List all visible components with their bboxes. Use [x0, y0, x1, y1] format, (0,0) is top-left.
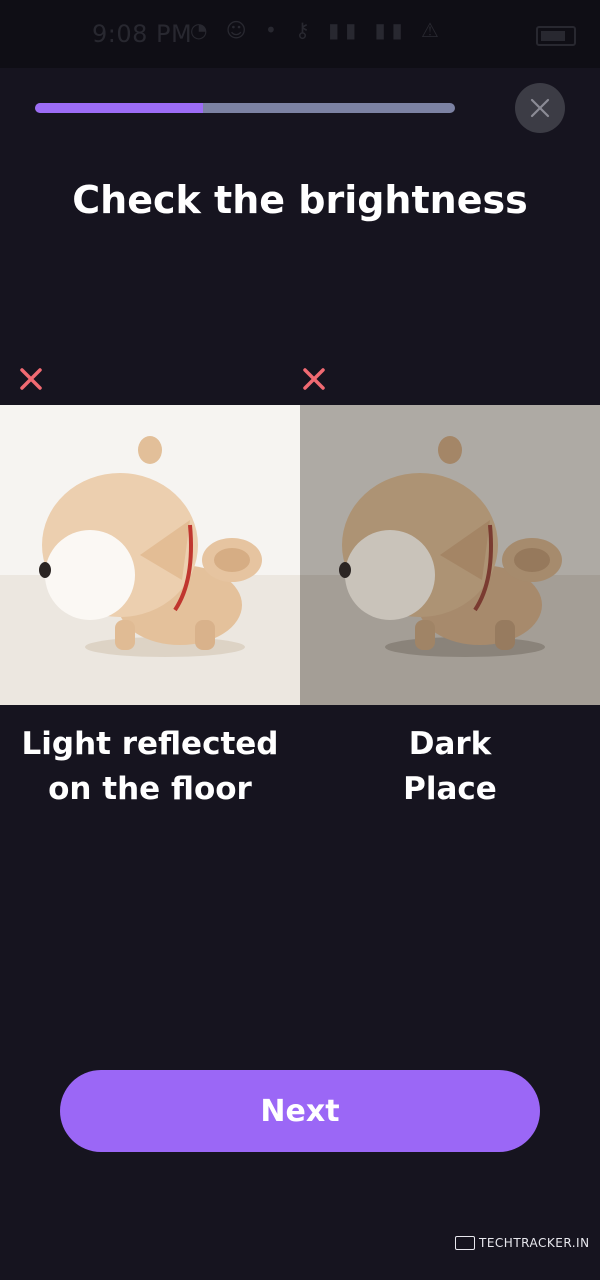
- progress-bar: [35, 103, 455, 113]
- caption-line: on the floor: [48, 771, 252, 807]
- example-caption-bright: Light reflected on the floor: [0, 722, 300, 812]
- status-time: 9:08 PM: [92, 20, 193, 48]
- example-image-dark: [300, 405, 600, 705]
- status-icons: ◔ ☺ • ⚷ ▮▮ ▮▮ ⚠: [190, 18, 445, 42]
- battery-icon: [536, 26, 576, 46]
- watermark: TECHTRACKER.IN: [455, 1236, 590, 1250]
- watermark-text: TECHTRACKER.IN: [479, 1236, 590, 1250]
- close-icon: [530, 98, 550, 118]
- close-button[interactable]: [515, 83, 565, 133]
- page-title: Check the brightness: [72, 178, 528, 222]
- status-bar: 9:08 PM ◔ ☺ • ⚷ ▮▮ ▮▮ ⚠: [0, 0, 600, 68]
- incorrect-x-icon: [20, 368, 42, 390]
- caption-line: Dark: [408, 726, 492, 762]
- caption-line: Place: [403, 771, 497, 807]
- next-button[interactable]: Next: [60, 1070, 540, 1152]
- example-caption-dark: Dark Place: [300, 722, 600, 812]
- example-image-bright: [0, 405, 300, 705]
- browser-icon: [455, 1236, 475, 1250]
- progress-fill: [35, 103, 203, 113]
- caption-line: Light reflected: [21, 726, 279, 762]
- incorrect-x-icon: [303, 368, 325, 390]
